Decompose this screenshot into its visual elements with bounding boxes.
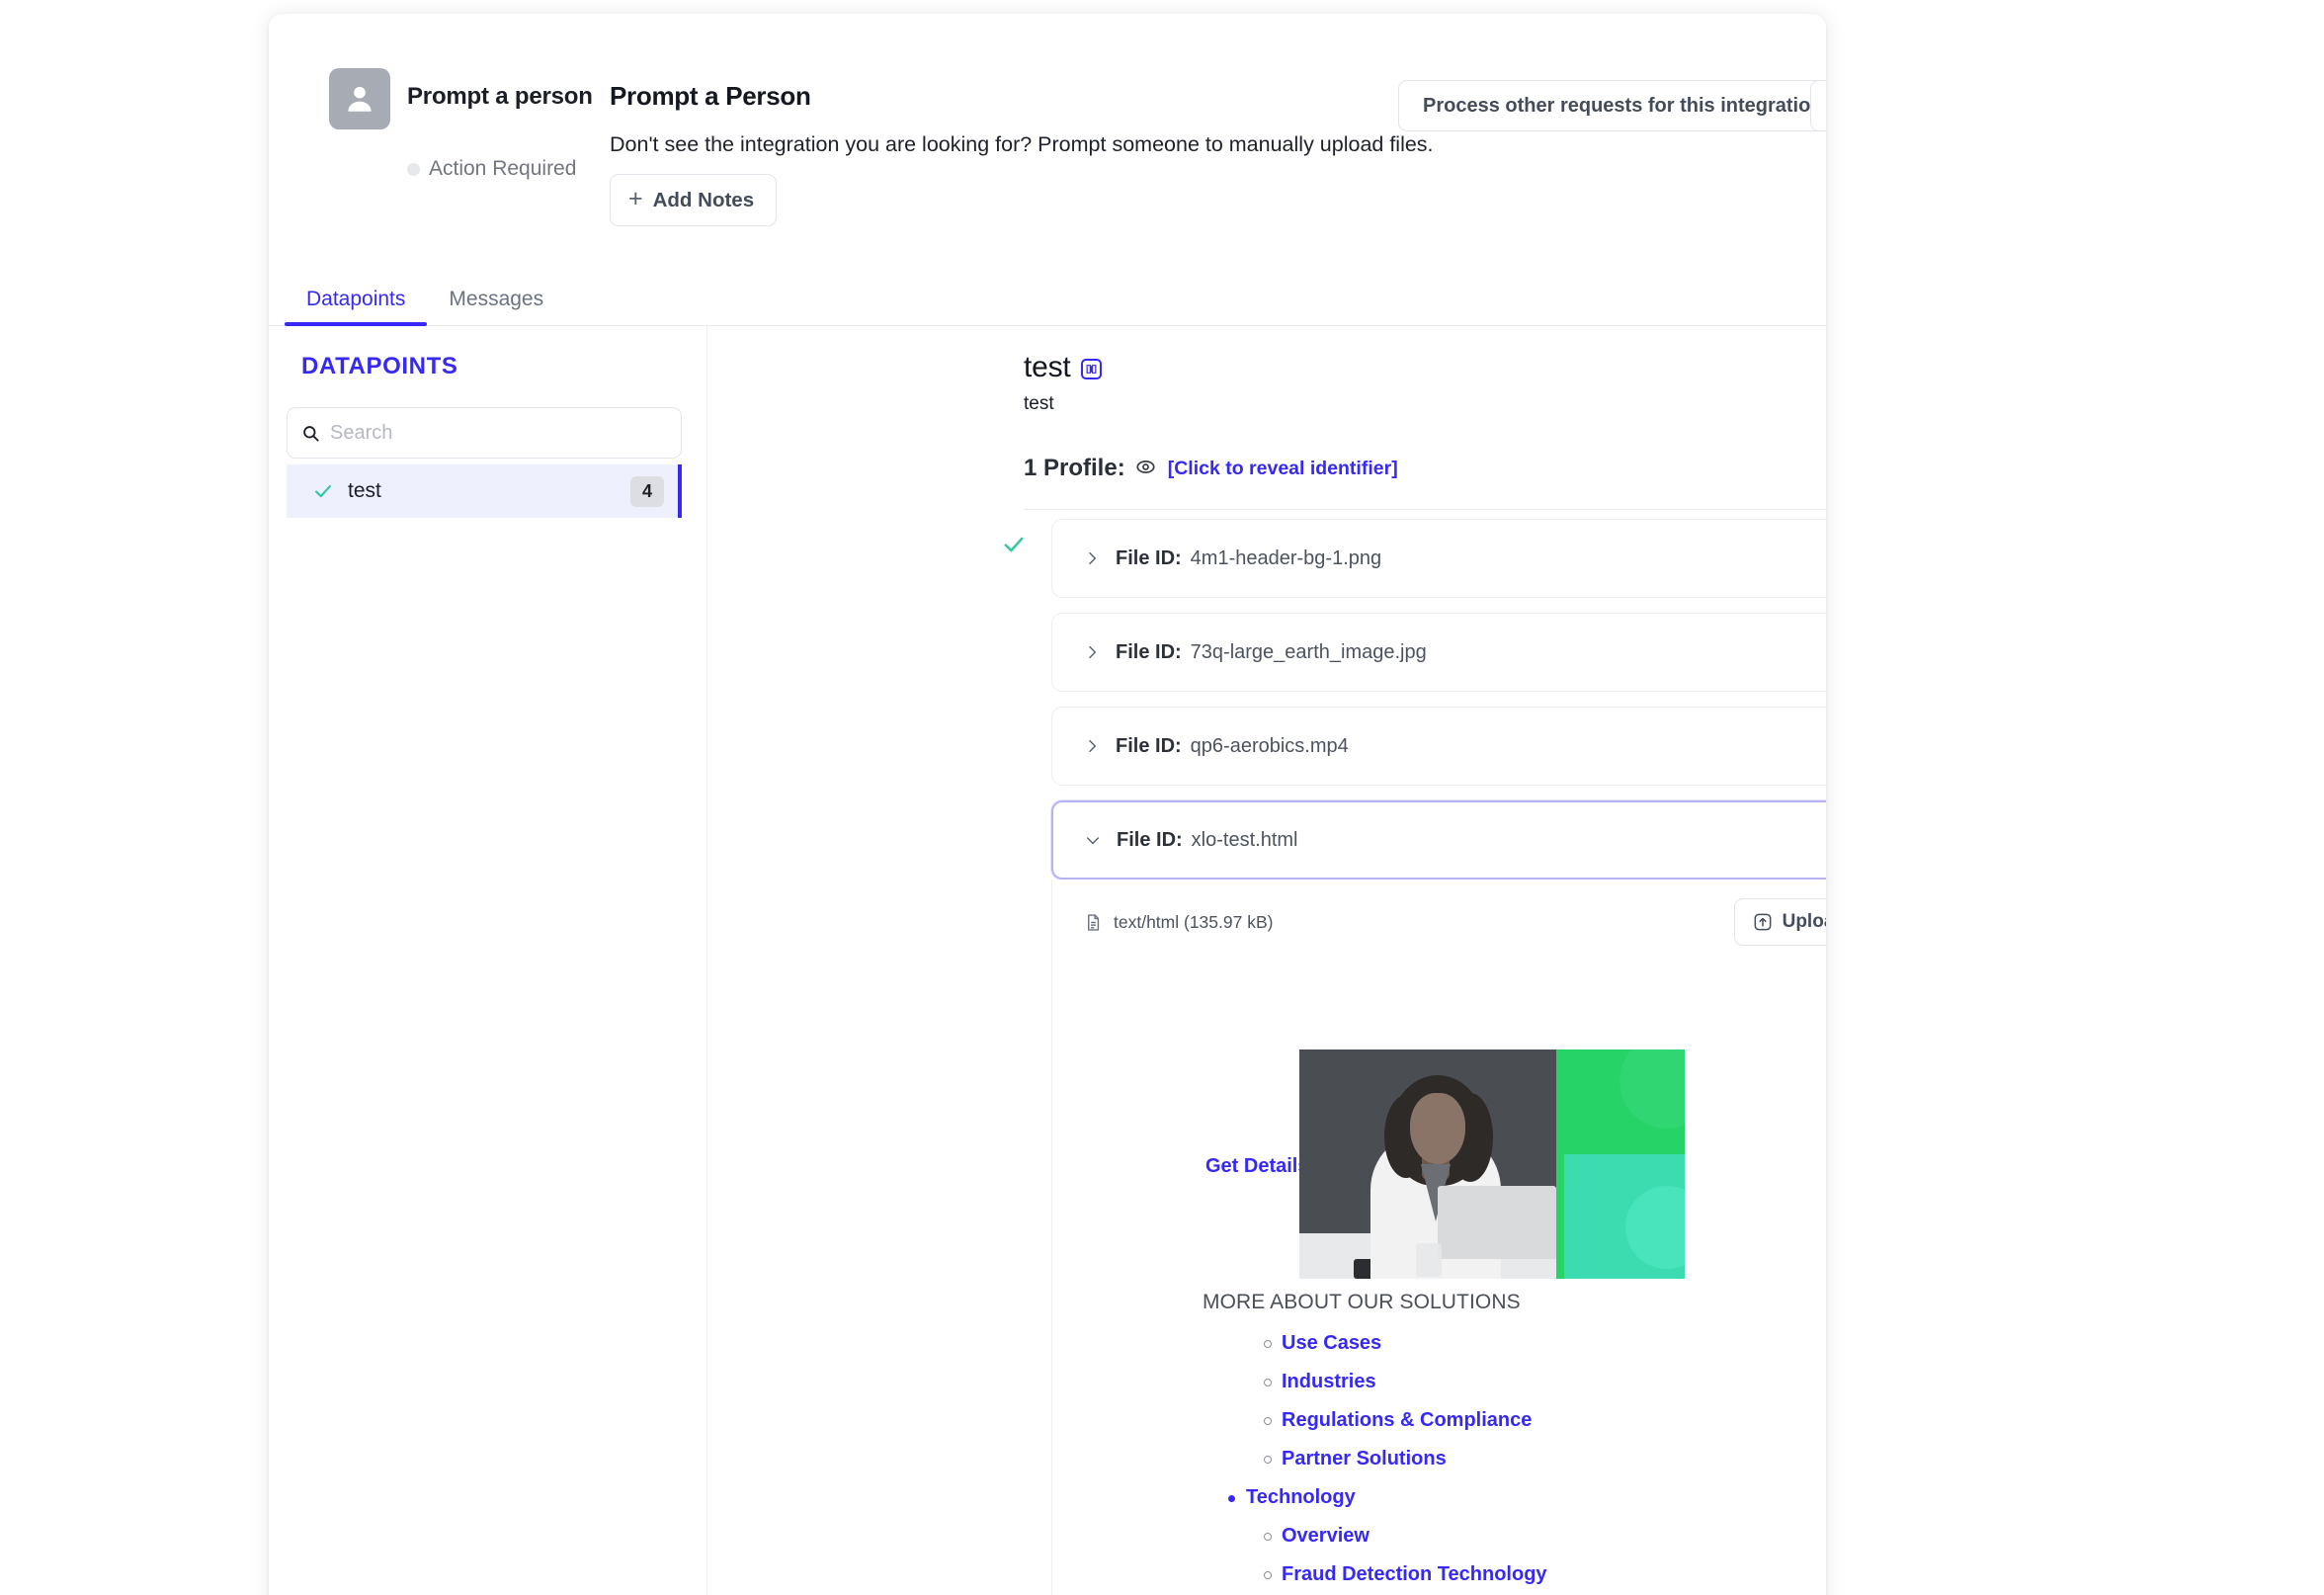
- sidebar-item-label: test: [348, 479, 381, 503]
- file-name: 4m1-header-bg-1.png: [1191, 547, 1381, 570]
- preview-heading: MORE ABOUT OUR SOLUTIONS: [1203, 1291, 1826, 1314]
- hero-image: [1299, 1049, 1685, 1279]
- list-item[interactable]: Industries: [1052, 1372, 1826, 1391]
- page-title: Prompt a Person: [610, 81, 811, 112]
- tab-messages[interactable]: Messages: [427, 288, 565, 325]
- preview-link[interactable]: Use Cases: [1282, 1332, 1381, 1354]
- add-notes-button[interactable]: + Add Notes: [610, 174, 777, 226]
- datapoints-sidebar: DATAPOINTS test 4: [269, 326, 707, 1595]
- tab-datapoints[interactable]: Datapoints: [285, 288, 427, 325]
- preview-link[interactable]: Overview: [1282, 1525, 1370, 1547]
- wipe-and-retrigger-button[interactable]: Wipe and re-trigger: [1810, 80, 1826, 131]
- list-item[interactable]: Regulations & Compliance: [1052, 1410, 1826, 1430]
- book-glyph-icon: [1085, 363, 1098, 376]
- file-row-expanded[interactable]: File ID: xlo-test.html: [1051, 800, 1826, 880]
- upload-button[interactable]: Upload: [1734, 898, 1826, 946]
- list-item[interactable]: Use Cases: [1052, 1333, 1826, 1353]
- list-item[interactable]: Technology: [1052, 1487, 1826, 1507]
- chevron-right-icon: [1084, 550, 1100, 566]
- search-input[interactable]: [330, 422, 667, 445]
- avatar: [329, 68, 390, 129]
- preview-hero: Get Details: [1052, 1049, 1826, 1283]
- check-icon: [312, 480, 334, 502]
- file-name: qp6-aerobics.mp4: [1191, 735, 1349, 758]
- upload-icon: [1753, 912, 1773, 932]
- profile-count: 1 Profile:: [1024, 455, 1125, 482]
- datapoint-title: test: [1024, 351, 1071, 384]
- tab-bar: Datapoints Messages: [269, 273, 1826, 326]
- person-icon: [343, 82, 376, 116]
- hero-graphic: [1556, 1049, 1685, 1279]
- datapoint-subtitle: test: [1024, 393, 1054, 415]
- plus-icon: +: [628, 187, 643, 211]
- chevron-down-icon: [1085, 832, 1101, 848]
- main-panel: test test Show redactions 1 Profile:: [707, 326, 1826, 1595]
- file-meta-text: text/html (135.97 kB): [1114, 912, 1273, 933]
- document-icon: [1084, 913, 1103, 932]
- status-badge: Action Required: [407, 157, 576, 181]
- chevron-right-icon: [1084, 738, 1100, 754]
- chevron-right-icon: [1084, 644, 1100, 660]
- datapoint-type-icon: [1081, 359, 1102, 379]
- hero-photo: [1299, 1049, 1556, 1279]
- preview-link[interactable]: Technology: [1246, 1486, 1356, 1508]
- preview-link[interactable]: Industries: [1282, 1371, 1376, 1392]
- file-list: File ID: 4m1-header-bg-1.png Retry: [707, 522, 1826, 1595]
- modal-header: Prompt a person Action Required Prompt a…: [269, 14, 1826, 281]
- search-icon: [301, 424, 320, 443]
- file-row[interactable]: File ID: 4m1-header-bg-1.png: [1051, 519, 1826, 598]
- file-name: xlo-test.html: [1192, 829, 1298, 852]
- file-meta-row: text/html (135.97 kB) Upload: [1052, 880, 1826, 965]
- section-divider: [1024, 509, 1826, 510]
- list-item[interactable]: Overview: [1052, 1526, 1826, 1546]
- file-name: 73q-large_earth_image.jpg: [1191, 641, 1427, 664]
- sidebar-item-test[interactable]: test 4: [287, 464, 682, 518]
- get-details-link[interactable]: Get Details: [1205, 1155, 1308, 1178]
- preview-link[interactable]: Regulations & Compliance: [1282, 1409, 1532, 1431]
- file-id-label: File ID:: [1116, 547, 1182, 570]
- status-label: Action Required: [429, 157, 576, 181]
- sidebar-item-count: 4: [630, 476, 664, 507]
- screen: Prompt a person Action Required Prompt a…: [0, 0, 2324, 1595]
- file-detail-panel: text/html (135.97 kB) Upload: [1051, 880, 1826, 1595]
- page-subtitle: Don't see the integration you are lookin…: [610, 132, 1434, 157]
- profile-row: 1 Profile: [Click to reveal identifier]: [1024, 455, 1398, 482]
- file-id-label: File ID:: [1116, 735, 1182, 758]
- prompt-a-person-modal: Prompt a person Action Required Prompt a…: [269, 14, 1826, 1595]
- list-item[interactable]: Fraud Detection Technology: [1052, 1564, 1826, 1584]
- file-row[interactable]: File ID: 73q-large_earth_image.jpg: [1051, 613, 1826, 692]
- file-id-label: File ID:: [1116, 641, 1182, 664]
- list-item[interactable]: Partner Solutions: [1052, 1449, 1826, 1469]
- file-row[interactable]: File ID: qp6-aerobics.mp4: [1051, 707, 1826, 786]
- file-preview: Get Details: [1052, 965, 1826, 1595]
- profile-status-check-icon: [1001, 532, 1027, 557]
- sidebar-title: DATAPOINTS: [301, 353, 457, 380]
- search-box[interactable]: [287, 407, 682, 459]
- upload-label: Upload: [1783, 911, 1826, 933]
- status-dot-icon: [407, 163, 420, 176]
- preview-link[interactable]: Partner Solutions: [1282, 1448, 1447, 1469]
- reveal-eye-icon[interactable]: [1135, 457, 1156, 477]
- avatar-name: Prompt a person: [407, 83, 593, 111]
- file-id-label: File ID:: [1117, 829, 1183, 852]
- preview-link-list: Use Cases Industries Regulations & Compl…: [1052, 1333, 1826, 1595]
- process-other-requests-button[interactable]: Process other requests for this integrat…: [1398, 80, 1826, 131]
- preview-link[interactable]: Fraud Detection Technology: [1282, 1563, 1547, 1585]
- reveal-identifier-link[interactable]: [Click to reveal identifier]: [1168, 458, 1398, 480]
- add-notes-label: Add Notes: [653, 189, 755, 212]
